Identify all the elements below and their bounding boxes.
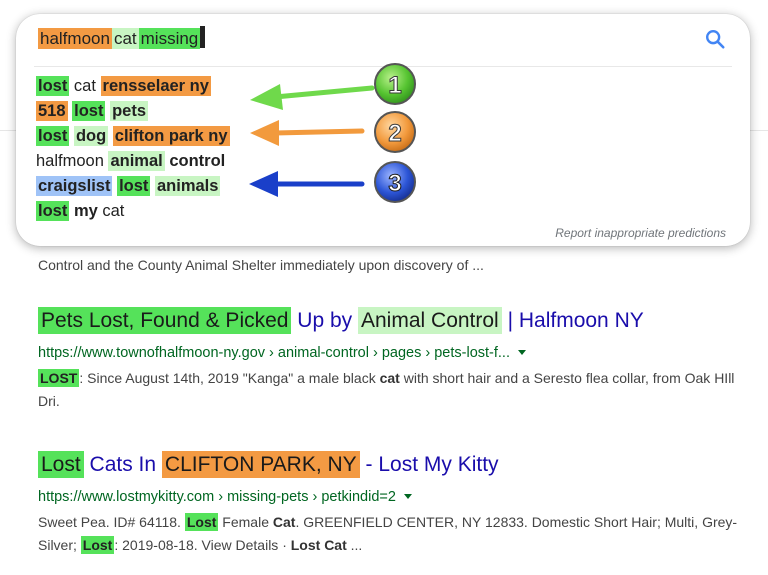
snippet-text: Sweet Pea. ID# 64118.: [38, 514, 185, 530]
suggestion-text: cat: [69, 77, 101, 95]
search-result-1: Pets Lost, Found & Picked Up by Animal C…: [38, 304, 738, 413]
suggestion-item[interactable]: craigslist lost animals: [36, 174, 230, 199]
suggestion-highlight: rensselaer ny: [100, 76, 211, 96]
result-url[interactable]: https://www.townofhalfmoon-ny.gov › anim…: [38, 342, 738, 364]
caret-down-icon[interactable]: [517, 350, 526, 355]
result-title-link[interactable]: Lost Cats In CLIFTON PARK, NY - Lost My …: [38, 448, 738, 482]
suggestion-text: my: [73, 202, 98, 220]
suggestion-highlight: craigslist: [36, 176, 113, 196]
search-input[interactable]: halfmoon cat missing: [38, 26, 206, 52]
snippet-text: ...: [346, 537, 363, 553]
snippet-bold: Cat: [272, 514, 296, 530]
snippet-highlight: Lost: [80, 536, 115, 554]
title-text: Up by: [291, 309, 358, 332]
report-predictions-link[interactable]: Report inappropriate predictions: [555, 226, 726, 240]
suggestion-text: control: [169, 152, 226, 170]
search-divider: [34, 66, 732, 67]
suggestion-item[interactable]: 518 lost pets: [36, 99, 230, 124]
suggestion-highlight: lost: [36, 201, 70, 221]
snippet-text: : Since August 14th, 2019 "Kanga" a male…: [79, 370, 380, 386]
caret-down-icon[interactable]: [403, 494, 412, 499]
title-highlight: Lost: [38, 451, 84, 478]
suggestion-highlight: lost: [72, 101, 106, 121]
query-word-cat: cat: [111, 28, 139, 49]
suggestion-highlight: dog: [73, 126, 109, 146]
title-highlight: CLIFTON PARK, NY: [161, 451, 360, 478]
search-result-2: Lost Cats In CLIFTON PARK, NY - Lost My …: [38, 448, 738, 557]
search-icon[interactable]: [704, 28, 726, 50]
suggestion-highlight: lost: [117, 176, 151, 196]
suggestion-item[interactable]: halfmoon animal control: [36, 149, 230, 174]
title-text: | Halfmoon NY: [501, 309, 644, 332]
snippet-bold: Lost Cat: [290, 537, 347, 553]
query-word-halfmoon: halfmoon: [38, 28, 112, 49]
result-url-text: https://www.townofhalfmoon-ny.gov › anim…: [38, 345, 510, 361]
title-highlight: Animal Control: [358, 307, 502, 334]
title-text: Cats In: [83, 453, 162, 476]
suggestion-text: halfmoon: [36, 152, 109, 170]
suggestion-highlight: animal: [108, 151, 165, 171]
suggestion-item[interactable]: lost my cat: [36, 199, 230, 224]
result-title-link[interactable]: Pets Lost, Found & Picked Up by Animal C…: [38, 304, 738, 338]
snippet-text: : 2019-08-18. View Details ·: [114, 537, 291, 553]
result-snippet: LOST: Since August 14th, 2019 "Kanga" a …: [38, 367, 738, 413]
result-snippet-partial: Control and the County Animal Shelter im…: [38, 257, 484, 273]
result-url[interactable]: https://www.lostmykitty.com › missing-pe…: [38, 486, 738, 508]
snippet-highlight: LOST: [38, 369, 80, 387]
snippet-text: Female: [218, 514, 273, 530]
result-url-text: https://www.lostmykitty.com › missing-pe…: [38, 489, 396, 505]
title-highlight: Pets Lost, Found & Picked: [38, 307, 292, 334]
suggestion-highlight: clifton park ny: [112, 126, 230, 146]
result-snippet: Sweet Pea. ID# 64118. Lost Female Cat. G…: [38, 511, 738, 557]
suggestion-highlight: lost: [36, 126, 70, 146]
suggestion-item[interactable]: lost cat rensselaer ny: [36, 74, 230, 99]
suggestion-item[interactable]: lost dog clifton park ny: [36, 124, 230, 149]
query-word-missing: missing: [138, 28, 201, 49]
snippet-bold: cat: [379, 370, 400, 386]
search-autocomplete-box: halfmoon cat missing lost cat rensselaer n…: [16, 14, 750, 246]
suggestion-highlight: animals: [155, 176, 221, 196]
snippet-highlight: Lost: [184, 513, 219, 531]
text-caret: [200, 26, 206, 48]
suggestion-highlight: 518: [36, 101, 68, 121]
suggestion-list: lost cat rensselaer ny 518 lost pets lost …: [36, 74, 230, 224]
suggestion-highlight: pets: [110, 101, 148, 121]
suggestion-highlight: lost: [36, 76, 70, 96]
suggestion-text: cat: [97, 202, 125, 220]
title-text: - Lost My Kitty: [359, 453, 499, 476]
